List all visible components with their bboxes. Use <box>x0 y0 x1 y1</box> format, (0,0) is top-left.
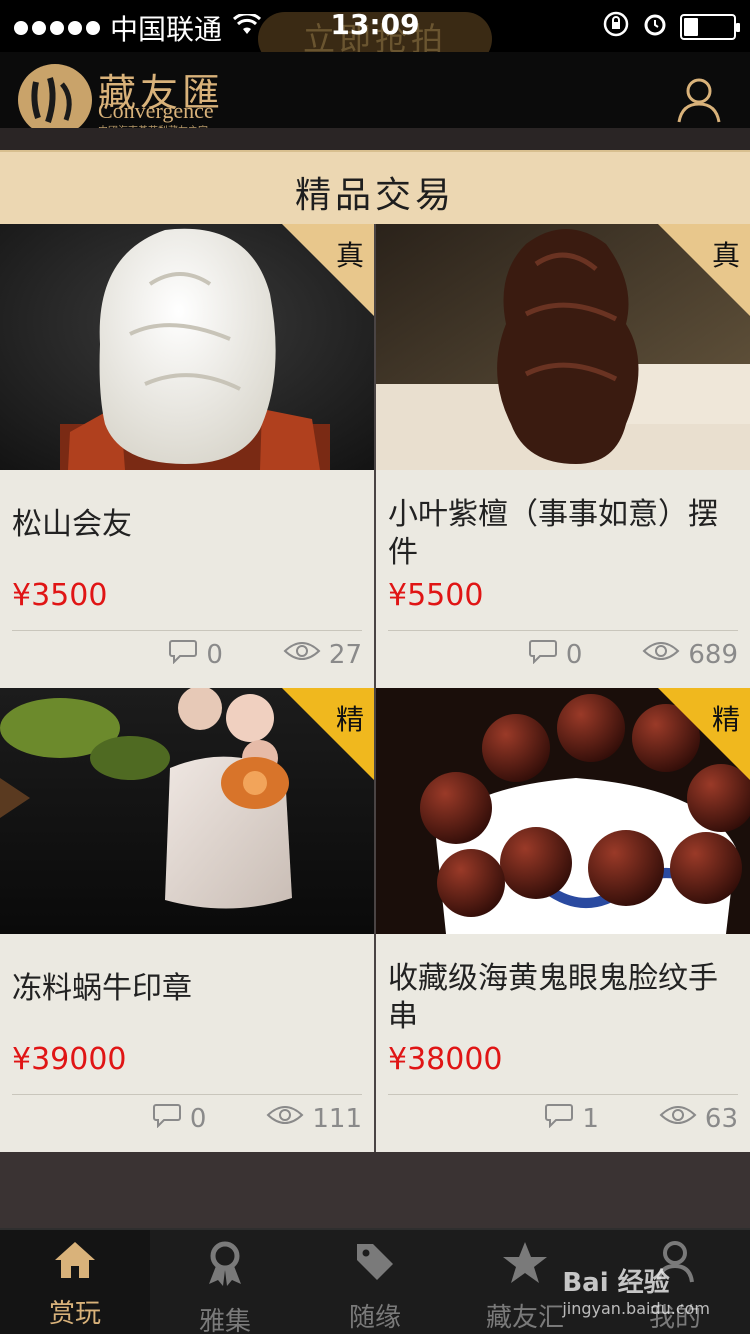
watermark-brand: Bai 经验 <box>562 1268 670 1298</box>
view-count: 63 <box>704 1103 738 1134</box>
comment-icon <box>168 638 198 671</box>
tab-label: 赏玩 <box>48 1299 101 1329</box>
view-count: 689 <box>688 639 738 670</box>
product-card[interactable]: 精 收藏级海黄鬼眼鬼脸纹手串 ¥38000 1 63 <box>376 688 750 1152</box>
comment-count: 0 <box>206 639 223 670</box>
product-stats: 1 63 <box>544 1102 738 1135</box>
comment-count: 1 <box>582 1103 599 1134</box>
eye-icon <box>659 1103 697 1134</box>
product-title[interactable]: 冻料蜗牛印章 <box>12 970 362 1008</box>
eye-icon <box>266 1103 304 1134</box>
alarm-icon <box>642 11 668 43</box>
eye-icon <box>283 639 321 670</box>
tab-serendipity[interactable]: 随缘 <box>300 1230 450 1334</box>
logo-english: Convergence <box>98 98 214 123</box>
tab-label: 雅集 <box>198 1307 251 1334</box>
comment-count: 0 <box>565 639 583 670</box>
section-title: 精品交易 <box>294 175 455 216</box>
award-icon <box>203 1240 247 1295</box>
home-icon <box>53 1240 97 1287</box>
product-price: ¥38000 <box>388 1042 503 1077</box>
card-divider <box>12 630 362 631</box>
authentic-badge: 真 <box>658 224 750 316</box>
comment-count: 0 <box>189 1103 207 1134</box>
product-card[interactable]: 真 小叶紫檀（事事如意）摆件 ¥5500 0 689 <box>376 224 750 688</box>
product-stats: 0 689 <box>528 638 738 671</box>
authentic-badge: 真 <box>282 224 374 316</box>
product-card[interactable]: 精 冻料蜗牛印章 ¥39000 0 111 <box>0 688 374 1152</box>
product-stats: 0 27 <box>168 638 362 671</box>
battery-icon <box>680 14 740 40</box>
rotation-lock-icon <box>602 10 630 44</box>
comment-icon <box>528 638 558 671</box>
section-header: 精品交易 <box>0 150 750 224</box>
product-price: ¥5500 <box>388 578 484 613</box>
tab-label: 随缘 <box>348 1303 401 1333</box>
card-divider <box>388 630 738 631</box>
view-count: 27 <box>328 639 362 670</box>
footer-band <box>0 1152 750 1228</box>
logo-mark <box>18 64 92 136</box>
watermark: Bai 经验 jingyan.baidu.com <box>562 1262 710 1318</box>
product-price: ¥39000 <box>12 1042 127 1077</box>
watermark-url: jingyan.baidu.com <box>562 1299 710 1318</box>
header-divider-band <box>0 128 750 150</box>
tab-gathering[interactable]: 雅集 <box>150 1230 300 1334</box>
tab-label: 藏友汇 <box>485 1303 564 1333</box>
product-title[interactable]: 小叶紫檀（事事如意）摆件 <box>388 496 738 572</box>
card-divider <box>388 1094 738 1095</box>
product-price: ¥3500 <box>12 578 108 613</box>
comment-icon <box>544 1102 574 1135</box>
view-count: 111 <box>312 1103 362 1134</box>
product-card[interactable]: 真 松山会友 ¥3500 0 27 <box>0 224 374 688</box>
status-right <box>602 10 740 44</box>
tab-appreciate[interactable]: 赏玩 <box>0 1230 150 1334</box>
star-icon <box>502 1240 548 1291</box>
user-icon[interactable] <box>676 76 722 128</box>
eye-icon <box>642 639 680 670</box>
card-divider <box>12 1094 362 1095</box>
product-title[interactable]: 收藏级海黄鬼眼鬼脸纹手串 <box>388 960 738 1036</box>
product-title[interactable]: 松山会友 <box>12 506 362 544</box>
fine-badge: 精 <box>658 688 750 780</box>
product-grid: 真 松山会友 ¥3500 0 27 真 小叶紫檀（事事如意）摆件 ¥5500 0 <box>0 224 750 1152</box>
tag-icon <box>353 1240 397 1291</box>
comment-icon <box>152 1102 182 1135</box>
fine-badge: 精 <box>282 688 374 780</box>
product-stats: 0 111 <box>152 1102 362 1135</box>
